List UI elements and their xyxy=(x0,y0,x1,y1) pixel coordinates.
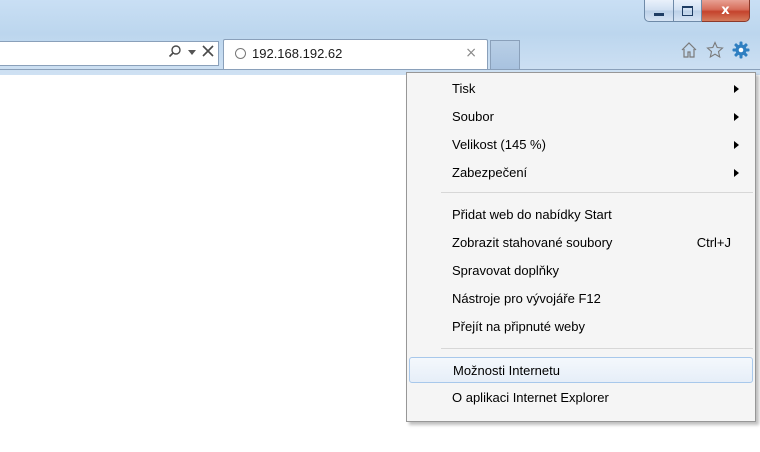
minimize-icon xyxy=(654,12,664,16)
dropdown-arrow-icon[interactable] xyxy=(188,48,196,58)
menu-item-developer-tools[interactable]: Nástroje pro vývojáře F12 xyxy=(409,286,753,312)
menu-item-view-downloads[interactable]: Zobrazit stahované soubory Ctrl+J xyxy=(409,230,753,256)
tab-title: 192.168.192.62 xyxy=(252,46,343,61)
gear-icon[interactable] xyxy=(732,41,750,63)
menu-separator xyxy=(441,192,753,193)
close-icon: x xyxy=(721,3,730,18)
loading-icon xyxy=(235,48,246,59)
menu-item-about[interactable]: O aplikaci Internet Explorer xyxy=(409,385,753,411)
toolbar-icons xyxy=(680,41,750,63)
window-controls: x xyxy=(644,0,750,24)
menu-item-label: Přidat web do nabídky Start xyxy=(452,207,612,222)
menu-item-label: Zabezpečení xyxy=(452,165,528,180)
menu-item-zoom[interactable]: Velikost (145 %) xyxy=(409,132,753,158)
submenu-arrow-icon xyxy=(734,141,739,149)
submenu-arrow-icon xyxy=(734,85,739,93)
menu-item-add-to-start[interactable]: Přidat web do nabídky Start xyxy=(409,202,753,228)
maximize-icon xyxy=(682,5,693,16)
submenu-arrow-icon xyxy=(734,113,739,121)
submenu-arrow-icon xyxy=(734,169,739,177)
menu-item-label: Přejít na připnuté weby xyxy=(452,319,585,334)
star-icon[interactable] xyxy=(706,41,724,63)
close-button[interactable]: x xyxy=(702,0,750,22)
stop-x-icon[interactable] xyxy=(202,45,214,61)
menu-item-label: Zobrazit stahované soubory xyxy=(452,235,613,250)
menu-item-manage-addons[interactable]: Spravovat doplňky xyxy=(409,258,753,284)
menu-item-internet-options[interactable]: Možnosti Internetu xyxy=(409,357,753,383)
menu-item-shortcut: Ctrl+J xyxy=(696,235,731,250)
new-tab-button[interactable] xyxy=(490,40,520,69)
menu-item-print[interactable]: Tisk xyxy=(409,76,753,102)
menu-item-pinned-sites[interactable]: Přejít na připnuté weby xyxy=(409,314,753,340)
search-icon[interactable] xyxy=(168,44,182,62)
address-bar[interactable] xyxy=(0,41,219,66)
browser-tab[interactable]: 192.168.192.62 × xyxy=(223,39,488,69)
menu-separator xyxy=(441,348,753,349)
maximize-button[interactable] xyxy=(674,0,702,22)
tab-close-button[interactable]: × xyxy=(465,45,477,61)
menu-item-security[interactable]: Zabezpečení xyxy=(409,160,753,186)
home-icon[interactable] xyxy=(680,41,698,63)
menu-item-label: Nástroje pro vývojáře F12 xyxy=(452,291,601,306)
menu-item-label: Velikost (145 %) xyxy=(452,137,546,152)
menu-item-label: Možnosti Internetu xyxy=(453,363,560,378)
toolbar-divider xyxy=(0,69,760,70)
minimize-button[interactable] xyxy=(644,0,674,22)
menu-item-label: Soubor xyxy=(452,109,494,124)
menu-item-file[interactable]: Soubor xyxy=(409,104,753,130)
menu-item-label: O aplikaci Internet Explorer xyxy=(452,390,609,405)
tools-menu: Tisk Soubor Velikost (145 %) Zabezpečení… xyxy=(406,72,756,422)
menu-item-label: Tisk xyxy=(452,81,476,96)
menu-item-label: Spravovat doplňky xyxy=(452,263,559,278)
address-bar-icons xyxy=(168,44,214,62)
